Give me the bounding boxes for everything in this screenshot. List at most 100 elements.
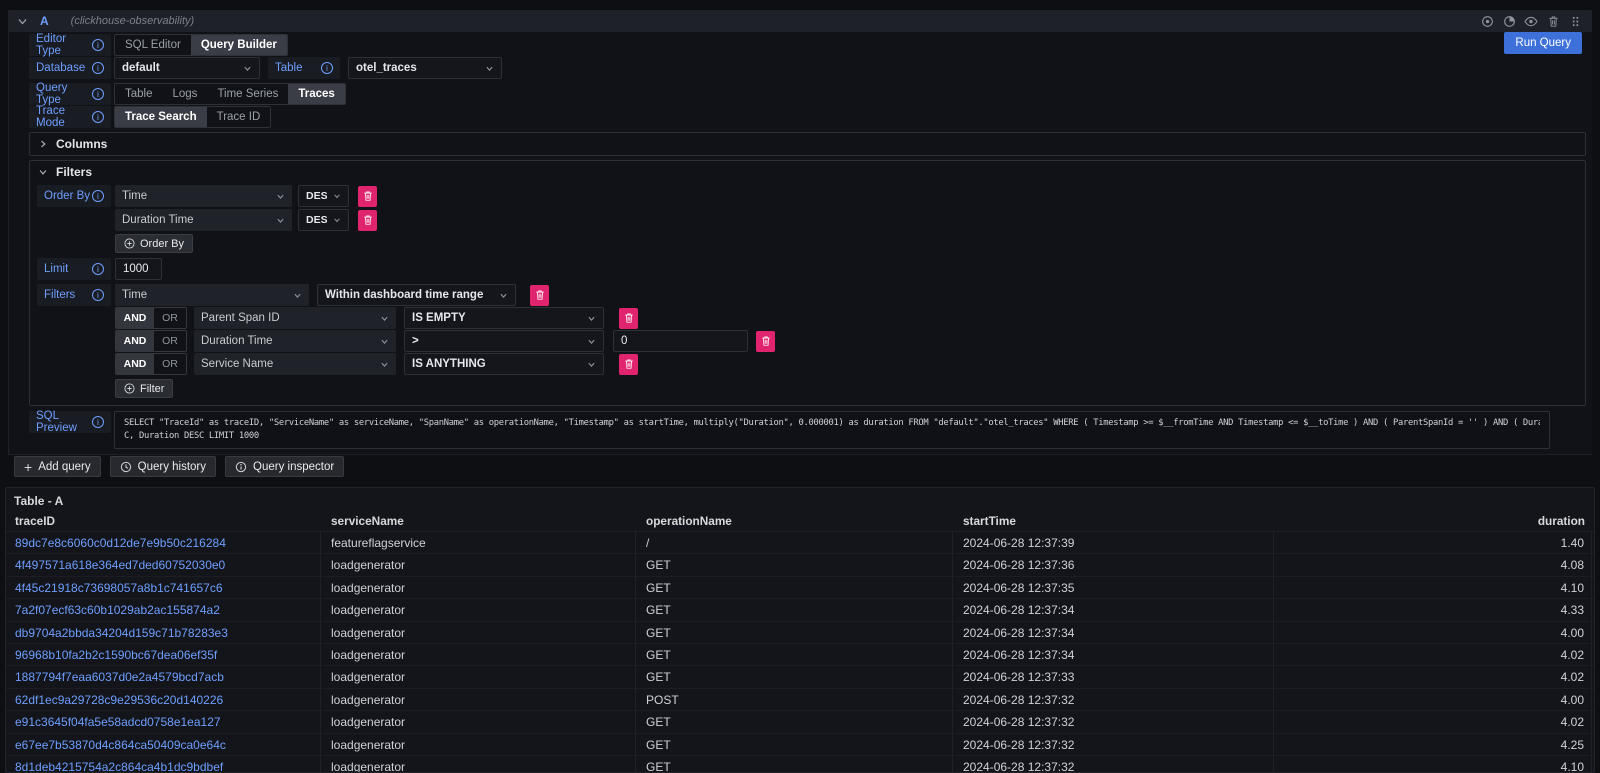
query-row-header[interactable]: A (clickhouse-observability) — [9, 10, 1592, 32]
trace-id-link[interactable]: e67ee7b53870d4c864ca50409ca0e64c — [15, 738, 226, 752]
info-icon[interactable] — [92, 88, 104, 100]
filter-field-value: Duration Time — [201, 335, 273, 347]
query-history-button[interactable]: Query history — [110, 456, 216, 477]
filter-value-input[interactable]: 0 — [613, 330, 748, 352]
filter-operator-value: > — [412, 335, 419, 347]
start-time-cell: 2024-06-28 12:37:36 — [953, 554, 1274, 575]
info-icon[interactable] — [321, 62, 333, 74]
add-order-by-button[interactable]: Order By — [115, 234, 193, 253]
remove-order-by-button[interactable] — [358, 210, 377, 231]
order-by-field-select[interactable]: Duration Time — [115, 209, 292, 231]
run-query-button[interactable]: Run Query — [1504, 32, 1582, 54]
or-option[interactable]: OR — [154, 331, 186, 351]
query-type-logs-option[interactable]: Logs — [163, 84, 208, 104]
sql-editor-option[interactable]: SQL Editor — [115, 35, 191, 55]
collapse-chevron-icon[interactable] — [17, 16, 28, 27]
database-select[interactable]: default — [114, 57, 260, 79]
sql-preview-box[interactable]: SELECT "TraceId" as traceID, "ServiceNam… — [114, 411, 1550, 449]
service-name-cell: loadgenerator — [321, 599, 636, 620]
info-icon[interactable] — [92, 62, 104, 74]
trace-id-link[interactable]: 1887794f7eaa6037d0e2a4579bcd7acb — [15, 670, 224, 684]
and-option[interactable]: AND — [116, 331, 154, 351]
columns-section-header[interactable]: Columns — [30, 133, 1585, 155]
trace-id-link[interactable]: 4f45c21918c73698057a8b1c741657c6 — [15, 581, 223, 595]
trace-id-link[interactable]: 8d1deb4215754a2c864ca4b1dc9bdbef — [15, 760, 223, 773]
trace-id-link[interactable]: 4f497571a618e364ed7ded60752030e0 — [15, 558, 225, 572]
remove-filter-button[interactable] — [619, 308, 638, 329]
chevron-right-icon — [38, 139, 48, 149]
trace-id-link[interactable]: 62df1ec9a29728c9e29536c20d140226 — [15, 693, 223, 707]
filter-field-select[interactable]: Time — [115, 284, 309, 306]
record-circle-icon[interactable] — [1478, 12, 1496, 30]
chevron-down-icon — [276, 216, 285, 225]
table-row: 96968b10fa2b2c1590bc67dea06ef35f loadgen… — [6, 644, 1594, 666]
filter-operator-select[interactable]: IS EMPTY — [404, 307, 604, 329]
or-option[interactable]: OR — [154, 354, 186, 374]
info-circle-icon — [235, 461, 247, 473]
sql-preview-label-text: SQL Preview — [36, 410, 92, 434]
table-panel-title: Table - A — [6, 488, 1594, 508]
limit-label-text: Limit — [44, 263, 68, 275]
filter-condition-row-1: AND OR Parent Span ID IS EMPTY — [37, 307, 1585, 329]
trace-id-link[interactable]: e91c3645f04fa5e58adcd0758e1ea127 — [15, 715, 221, 729]
info-icon[interactable] — [92, 111, 104, 123]
column-header-servicename[interactable]: serviceName — [321, 513, 636, 531]
delete-query-trash-icon[interactable] — [1544, 12, 1562, 30]
column-header-traceid[interactable]: traceID — [6, 513, 321, 531]
info-icon[interactable] — [92, 190, 104, 202]
info-icon[interactable] — [92, 289, 104, 301]
filter-field-select[interactable]: Parent Span ID — [194, 307, 396, 329]
filter-operator-value: Within dashboard time range — [325, 289, 483, 301]
remove-order-by-button[interactable] — [358, 186, 377, 207]
filter-field-select[interactable]: Service Name — [194, 353, 396, 375]
query-ref-id: A — [40, 14, 49, 28]
order-by-direction-select[interactable]: DESC — [298, 209, 349, 231]
trace-id-option[interactable]: Trace ID — [207, 107, 271, 127]
and-option[interactable]: AND — [116, 354, 154, 374]
remove-filter-button[interactable] — [530, 285, 549, 306]
start-time-cell: 2024-06-28 12:37:32 — [953, 756, 1274, 773]
order-by-field-select[interactable]: Time — [115, 185, 292, 207]
chevron-down-icon — [333, 192, 341, 200]
query-type-table-option[interactable]: Table — [115, 84, 163, 104]
trace-id-link[interactable]: db9704a2bbda34204d159c71b78283e3 — [15, 626, 228, 640]
column-header-starttime[interactable]: startTime — [953, 513, 1274, 531]
chevron-down-icon — [243, 64, 252, 73]
order-by-row-2: Duration Time DESC — [37, 209, 1585, 231]
remove-filter-button[interactable] — [756, 331, 775, 352]
filter-field-select[interactable]: Duration Time — [194, 330, 396, 352]
column-header-operationname[interactable]: operationName — [636, 513, 953, 531]
table-row: 62df1ec9a29728c9e29536c20d140226 loadgen… — [6, 689, 1594, 711]
filter-operator-select[interactable]: > — [404, 330, 604, 352]
info-icon[interactable] — [92, 263, 104, 275]
table-select[interactable]: otel_traces — [348, 57, 502, 79]
filters-section-header[interactable]: Filters — [30, 161, 1585, 183]
drag-handle-icon[interactable] — [1566, 12, 1584, 30]
and-option[interactable]: AND — [116, 308, 154, 328]
hide-response-eye-icon[interactable] — [1522, 12, 1540, 30]
query-type-timeseries-option[interactable]: Time Series — [207, 84, 288, 104]
trace-id-link[interactable]: 96968b10fa2b2c1590bc67dea06ef35f — [15, 648, 217, 662]
info-icon[interactable] — [92, 416, 104, 428]
filter-operator-select[interactable]: Within dashboard time range — [317, 284, 516, 306]
duplicate-query-icon[interactable] — [1500, 12, 1518, 30]
info-icon[interactable] — [92, 39, 104, 51]
remove-filter-button[interactable] — [619, 354, 638, 375]
filters-section-title: Filters — [56, 165, 92, 179]
limit-input[interactable]: 1000 — [115, 258, 162, 280]
filter-operator-select[interactable]: IS ANYTHING — [404, 353, 604, 375]
order-by-direction-select[interactable]: DESC — [298, 185, 349, 207]
filters-section: Filters Order By Time — [29, 160, 1586, 406]
trace-id-link[interactable]: 89dc7e8c6060c0d12de7e9b50c216284 — [15, 536, 226, 550]
or-option[interactable]: OR — [154, 308, 186, 328]
query-builder-option[interactable]: Query Builder — [191, 35, 287, 55]
trace-search-option[interactable]: Trace Search — [115, 107, 207, 127]
add-query-button[interactable]: + Add query — [14, 456, 101, 477]
grafana-query-screen: A (clickhouse-observability) — [0, 0, 1600, 773]
column-header-duration[interactable]: duration — [1274, 513, 1592, 531]
add-filter-button[interactable]: Filter — [115, 379, 173, 398]
sql-preview-label: SQL Preview — [29, 411, 111, 433]
query-inspector-button[interactable]: Query inspector — [225, 456, 344, 477]
trace-id-link[interactable]: 7a2f07ecf63c60b1029ab2ac155874a2 — [15, 603, 220, 617]
query-type-traces-option[interactable]: Traces — [288, 84, 344, 104]
